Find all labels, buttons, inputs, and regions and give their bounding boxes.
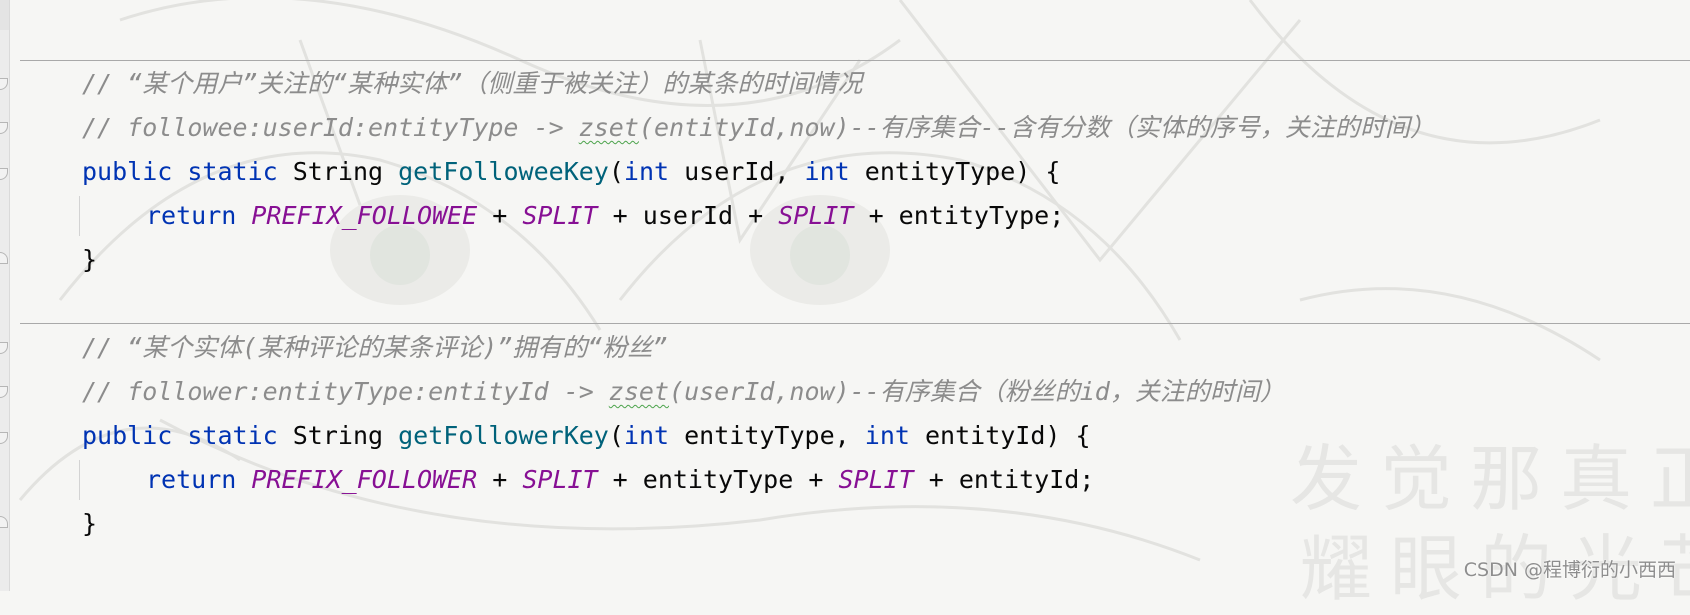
constant: SPLIT [522, 201, 598, 230]
closing-brace: } [82, 245, 98, 274]
csdn-watermark-credit: CSDN @程博衍的小西西 [1463, 559, 1676, 581]
fold-marker-icon[interactable] [0, 432, 8, 444]
comment-text: // “某个实体(某种评论的某条评论)”拥有的“粉丝” [82, 333, 668, 362]
comment-text: (userId,now)--有序集合（粉丝的id，关注的时间） [669, 377, 1285, 406]
method-name[interactable]: getFolloweeKey [398, 157, 609, 186]
fold-marker-icon[interactable] [0, 168, 8, 180]
return-line[interactable]: return PREFIX_FOLLOWER + SPLIT + entityT… [146, 460, 1094, 500]
constant: SPLIT [778, 201, 854, 230]
parameter: entityType) { [864, 157, 1061, 186]
constant: SPLIT [522, 465, 598, 494]
indent-guide [79, 460, 80, 500]
spellcheck-squiggle-word[interactable]: zset [579, 113, 639, 142]
spellcheck-squiggle-word[interactable]: zset [609, 377, 669, 406]
fold-marker-icon[interactable] [0, 122, 8, 134]
fold-marker-icon[interactable] [0, 386, 8, 398]
code-comment-line[interactable]: // follower:entityType:entityId -> zset(… [82, 372, 1285, 412]
return-type: String [292, 421, 384, 450]
expression: + userId + [612, 201, 764, 230]
editor-gutter [0, 0, 10, 591]
keyword-public: public [82, 421, 173, 450]
keyword-int: int [623, 421, 670, 450]
closing-brace: } [82, 509, 98, 538]
operator: + [492, 465, 508, 494]
constant: PREFIX_FOLLOWEE [251, 201, 478, 230]
return-line[interactable]: return PREFIX_FOLLOWEE + SPLIT + userId … [146, 196, 1064, 236]
keyword-public: public [82, 157, 173, 186]
operator: + [492, 201, 508, 230]
open-paren: ( [608, 421, 624, 450]
indent-guide [79, 196, 80, 236]
gutter-top [0, 0, 9, 30]
method-separator [20, 60, 1690, 61]
expression: + entityType + [612, 465, 824, 494]
return-type: String [292, 157, 384, 186]
closing-brace-line[interactable]: } [82, 504, 97, 544]
keyword-int: int [804, 157, 850, 186]
keyword-int: int [623, 157, 670, 186]
open-paren: ( [608, 157, 624, 186]
constant: PREFIX_FOLLOWER [251, 465, 478, 494]
comment-text: // “某个用户”关注的“某种实体”（侧重于被关注）的某条的时间情况 [82, 69, 863, 98]
keyword-return: return [146, 465, 237, 494]
comment-text: (entityId,now)--有序集合--含有分数（实体的序号，关注的时间） [638, 113, 1435, 142]
closing-brace-line[interactable]: } [82, 240, 97, 280]
keyword-int: int [864, 421, 910, 450]
method-separator [20, 323, 1690, 324]
comment-text: // follower:entityType:entityId -> [82, 377, 609, 406]
expression: + entityId; [928, 465, 1095, 494]
fold-marker-icon[interactable] [0, 342, 8, 354]
method-signature-line[interactable]: public static String getFolloweeKey(int … [82, 152, 1060, 192]
parameter: userId, [684, 157, 790, 186]
keyword-static: static [187, 421, 278, 450]
expression: + entityType; [868, 201, 1065, 230]
fold-marker-icon[interactable] [0, 78, 8, 90]
fold-marker-icon[interactable] [0, 252, 8, 264]
parameter: entityId) { [924, 421, 1091, 450]
code-comment-line[interactable]: // “某个实体(某种评论的某条评论)”拥有的“粉丝” [82, 328, 667, 368]
keyword-return: return [146, 201, 237, 230]
method-name[interactable]: getFollowerKey [398, 421, 609, 450]
constant: SPLIT [838, 465, 914, 494]
method-signature-line[interactable]: public static String getFollowerKey(int … [82, 416, 1091, 456]
parameter: entityType, [684, 421, 850, 450]
comment-text: // followee:userId:entityType -> [82, 113, 579, 142]
code-comment-line[interactable]: // followee:userId:entityType -> zset(en… [82, 108, 1435, 148]
keyword-static: static [187, 157, 278, 186]
code-comment-line[interactable]: // “某个用户”关注的“某种实体”（侧重于被关注）的某条的时间情况 [82, 64, 862, 104]
fold-marker-icon[interactable] [0, 516, 8, 528]
